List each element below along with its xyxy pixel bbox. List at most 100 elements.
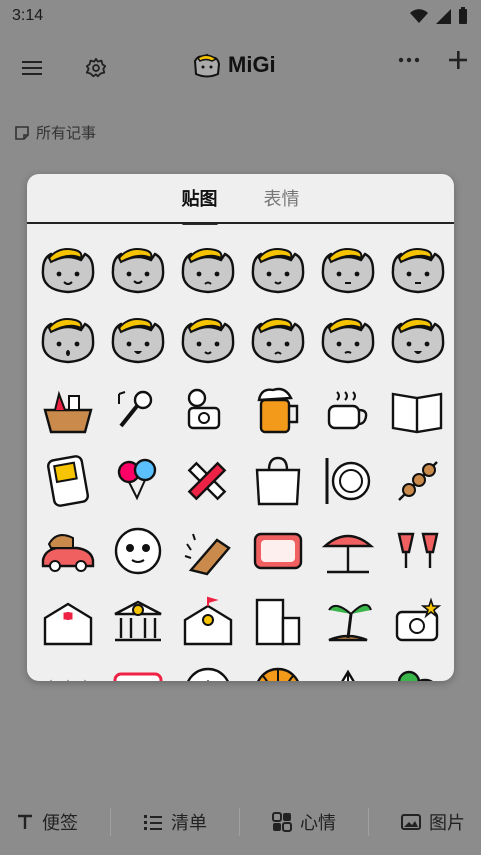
sticker-building-icon[interactable]	[243, 586, 313, 656]
cat-sticker-icon	[321, 318, 375, 364]
umbrella-beach-icon	[321, 534, 375, 574]
camera-film-icon	[187, 388, 221, 430]
add-icon[interactable]	[447, 49, 469, 71]
beer-icon	[257, 387, 299, 434]
sticker-coffee-icon[interactable]	[313, 376, 383, 446]
sticker-hospital-icon[interactable]	[33, 586, 103, 656]
basketball-icon	[257, 667, 299, 681]
sticker-panda-face-icon[interactable]	[103, 516, 173, 586]
balloons-icon	[117, 458, 157, 501]
sticker-cheers-icon[interactable]	[383, 516, 453, 586]
sticker-gameboy-icon[interactable]	[33, 446, 103, 516]
coffee-icon	[327, 391, 368, 430]
sticker-tennis-icon[interactable]	[383, 656, 453, 681]
broom-icon	[184, 533, 231, 576]
sticker-ruler-pencil-icon[interactable]	[173, 446, 243, 516]
sticker-bank-icon[interactable]	[103, 586, 173, 656]
sticker-picker-sheet: 贴图 表情	[27, 174, 454, 681]
sticker-candles-icon[interactable]	[33, 656, 103, 681]
sticker-basket-icon[interactable]	[33, 376, 103, 446]
migi-cat-logo-icon	[193, 53, 221, 78]
sticker-cat-happy2[interactable]	[383, 306, 453, 376]
bottom-label-list: 清单	[171, 812, 207, 834]
sticker-grid	[27, 226, 454, 681]
sticker-plate-icon[interactable]	[313, 446, 383, 516]
sticker-shop-bag-icon[interactable]	[243, 446, 313, 516]
hospital-icon	[43, 602, 93, 646]
new-memo-button[interactable]: 便签	[16, 809, 78, 835]
bottom-label-memo: 便签	[42, 812, 78, 834]
cat-sticker-icon	[111, 248, 165, 294]
cat-sticker-icon	[111, 318, 165, 364]
basket-icon	[43, 390, 93, 434]
sticker-cat-tired[interactable]	[313, 306, 383, 376]
sticker-balloons-icon[interactable]	[103, 446, 173, 516]
sticker-cat-surprised[interactable]	[33, 306, 103, 376]
cat-sticker-icon	[251, 318, 305, 364]
tab-stickers[interactable]: 贴图	[181, 179, 218, 225]
status-icons	[409, 7, 469, 25]
candles-icon	[50, 679, 86, 681]
cat-sticker-icon	[181, 318, 235, 364]
settings-gear-icon[interactable]	[78, 50, 114, 86]
mood-icon	[272, 811, 292, 832]
cat-sticker-icon	[181, 248, 235, 294]
cat-sticker-icon	[41, 318, 95, 364]
sticker-cat-wink[interactable]	[243, 236, 313, 306]
note-icon	[15, 125, 29, 140]
sticker-school-icon[interactable]	[173, 586, 243, 656]
notes-filter[interactable]: 所有记事	[14, 122, 96, 143]
sticker-basketball-icon[interactable]	[243, 656, 313, 681]
text-icon	[18, 814, 32, 829]
sticker-book-icon[interactable]	[383, 376, 453, 446]
sticker-umbrella-beach-icon[interactable]	[313, 516, 383, 586]
school-icon	[183, 596, 233, 646]
new-image-button[interactable]: 图片	[401, 809, 465, 835]
sticker-cat-smile[interactable]	[103, 236, 173, 306]
sticker-cat-shy[interactable]	[173, 306, 243, 376]
sticker-music-mic-icon[interactable]	[103, 376, 173, 446]
separator	[239, 807, 240, 836]
sticker-tent-icon[interactable]	[313, 656, 383, 681]
more-icon[interactable]	[397, 48, 421, 72]
sticker-beer-icon[interactable]	[243, 376, 313, 446]
sticker-cat-cry[interactable]	[243, 306, 313, 376]
sticker-camera-film-icon[interactable]	[173, 376, 243, 446]
sticker-cat-laugh[interactable]	[103, 306, 173, 376]
palm-island-icon	[328, 603, 372, 642]
cheers-icon	[397, 532, 439, 568]
sticker-calendar-icon[interactable]	[103, 656, 173, 681]
status-time: 3:14	[12, 7, 44, 24]
panda-face-icon	[114, 527, 162, 575]
tent-icon	[341, 669, 355, 681]
calendar-icon	[113, 672, 163, 681]
toolbar-actions	[397, 48, 469, 72]
tab-divider	[27, 222, 454, 224]
sticker-soccer-icon[interactable]	[173, 656, 243, 681]
sticker-palm-island-icon[interactable]	[313, 586, 383, 656]
signal-icon	[436, 9, 451, 24]
brand-name: MiGi	[228, 52, 276, 77]
tab-emoji[interactable]: 表情	[264, 179, 300, 217]
sticker-bbq-icon[interactable]	[383, 446, 453, 516]
sticker-tabs: 贴图 表情	[27, 174, 454, 225]
status-bar: 3:14	[0, 0, 481, 32]
menu-icon[interactable]	[14, 50, 50, 86]
bottom-bar: 便签 清单 心情 图片	[0, 788, 481, 855]
plate-icon	[325, 458, 371, 504]
separator	[110, 807, 111, 836]
sticker-photo-camera-star-icon[interactable]	[383, 586, 453, 656]
sticker-live-tv-icon[interactable]	[243, 516, 313, 586]
tennis-icon	[397, 670, 433, 681]
new-mood-button[interactable]: 心情	[272, 809, 336, 835]
sticker-cat-serious[interactable]	[383, 236, 453, 306]
new-list-button[interactable]: 清单	[143, 809, 207, 835]
separator	[368, 807, 369, 836]
sticker-cat-happy[interactable]	[33, 236, 103, 306]
sticker-cat-sleepy[interactable]	[313, 236, 383, 306]
sticker-broom-icon[interactable]	[173, 516, 243, 586]
sticker-car-icon[interactable]	[33, 516, 103, 586]
bottom-label-image: 图片	[429, 812, 465, 834]
sticker-cat-angry[interactable]	[173, 236, 243, 306]
cat-sticker-icon	[391, 318, 445, 364]
